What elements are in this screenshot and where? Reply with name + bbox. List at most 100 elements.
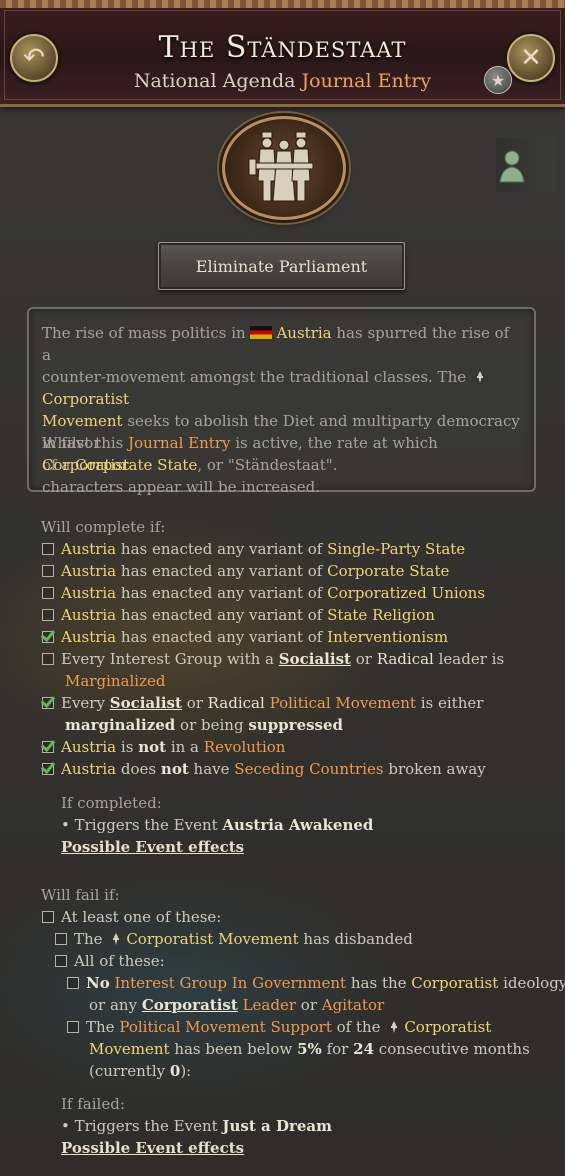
text: • Triggers the Event: [61, 816, 218, 834]
if-completed-label: If completed:: [61, 794, 162, 812]
condition-checkbox: [42, 911, 54, 923]
country-link[interactable]: Austria: [61, 584, 116, 602]
text: has been below: [174, 1040, 293, 1058]
corporatist-link[interactable]: Corporatist: [142, 996, 238, 1014]
event-name: Just a Dream: [222, 1117, 333, 1135]
country-link[interactable]: Austria: [61, 628, 116, 646]
panel-header: ↶ The Ständestaat National Agenda Journa…: [0, 0, 565, 107]
movement-link[interactable]: Corporatist: [42, 390, 129, 408]
corporatist-movement-icon: [113, 933, 120, 945]
star-icon: ★: [490, 70, 506, 90]
country-link[interactable]: Austria: [61, 540, 116, 558]
text: has disbanded: [303, 930, 413, 948]
austria-flag-icon: [250, 326, 273, 339]
law-link[interactable]: Interventionism: [327, 628, 448, 646]
text: Every Interest Group with a: [61, 650, 274, 668]
close-button[interactable]: ✕: [507, 34, 555, 82]
eliminate-parliament-button[interactable]: Eliminate Parliament: [158, 242, 405, 290]
movement-link[interactable]: Movement: [218, 930, 299, 948]
text: leader is: [438, 650, 505, 668]
law-link[interactable]: Corporatized Unions: [327, 584, 485, 602]
leader-bust-icon: [499, 150, 525, 183]
condition-row: Austria has enacted any variant of Corpo…: [42, 582, 485, 604]
condition-checkbox: [42, 587, 54, 599]
text: have: [193, 760, 230, 778]
text: in a: [170, 738, 199, 756]
possible-event-effects-link[interactable]: Possible Event effects: [61, 1139, 244, 1157]
failure-event: • Triggers the Event Just a Dream: [61, 1115, 332, 1137]
condition-checkbox: [67, 1021, 79, 1033]
text: consecutive months: [378, 1040, 530, 1058]
socialist-link[interactable]: Socialist: [110, 694, 182, 712]
text: ideology,: [503, 974, 565, 992]
text: Every: [61, 694, 105, 712]
socialist-link[interactable]: Socialist: [279, 650, 351, 668]
condition-checkbox-checked: [42, 631, 54, 643]
condition-row: Austria has enacted any variant of Singl…: [42, 538, 465, 560]
text: or being: [180, 716, 244, 734]
political-movement-link[interactable]: Political Movement: [270, 694, 416, 712]
movement-link-2[interactable]: Movement: [42, 412, 123, 430]
leader-portrait[interactable]: [496, 138, 556, 192]
condition-row: The Corporatist Movement has disbanded: [55, 928, 413, 950]
condition-checkbox-checked: [42, 741, 54, 753]
text: has the: [350, 974, 407, 992]
text: does: [120, 760, 157, 778]
law-link[interactable]: Single-Party State: [327, 540, 465, 558]
country-link[interactable]: Austria: [61, 562, 116, 580]
corporatist-figures-emblem: [222, 116, 346, 220]
text: suppressed: [248, 716, 344, 734]
country-link[interactable]: Austria: [61, 760, 116, 778]
journal-entry-panel: ↶ The Ständestaat National Agenda Journa…: [0, 0, 565, 1176]
text: or: [186, 694, 203, 712]
emblem-figures-icon: [248, 131, 314, 202]
agitator-link[interactable]: Agitator: [322, 996, 384, 1014]
text: or: [355, 650, 372, 668]
interest-group-link[interactable]: Interest Group In Government: [115, 974, 347, 992]
condition-checkbox: [55, 933, 67, 945]
marginalized-link[interactable]: Marginalized: [65, 672, 165, 690]
failure-effects-row: Possible Event effects: [61, 1137, 244, 1159]
text: not: [160, 760, 189, 778]
corporatist-movement-icon: [476, 371, 483, 383]
condition-checkbox-checked: [42, 763, 54, 775]
condition-row: Every Interest Group with a Socialist or…: [42, 648, 504, 692]
text: All of these:: [74, 952, 165, 970]
pm-support-link[interactable]: Political Movement Support: [119, 1018, 332, 1036]
law-link[interactable]: State Religion: [327, 606, 435, 624]
text: has enacted any variant of: [120, 540, 323, 558]
subtitle-journal-entry: Journal Entry: [301, 70, 432, 92]
text: has enacted any variant of: [120, 584, 323, 602]
condition-row: No Interest Group In Government has the …: [67, 972, 565, 1016]
text: or any: [89, 996, 138, 1014]
completion-event: • Triggers the Event Austria Awakened: [61, 814, 373, 836]
leader-link[interactable]: Leader: [243, 996, 296, 1014]
condition-row: Every Socialist or Radical Political Mov…: [42, 692, 483, 736]
country-link[interactable]: Austria: [61, 606, 116, 624]
seceding-countries-link[interactable]: Seceding Countries: [234, 760, 383, 778]
condition-row: All of these:: [55, 950, 165, 972]
country-link[interactable]: Austria: [61, 738, 116, 756]
corporatist-link[interactable]: Corporatist: [42, 456, 129, 474]
radical-link[interactable]: Radical: [377, 650, 434, 668]
corporatist-link[interactable]: Corporatist: [404, 1018, 491, 1036]
description-paragraph-2: Whilst this Journal Entry is active, the…: [42, 432, 522, 498]
current-value: 0: [169, 1062, 181, 1080]
law-link[interactable]: Corporate State: [327, 562, 449, 580]
favorite-button[interactable]: ★: [484, 66, 512, 94]
condition-row: Austria has enacted any variant of State…: [42, 604, 435, 626]
condition-checkbox: [55, 955, 67, 967]
corporatist-link[interactable]: Corporatist: [126, 930, 213, 948]
condition-checkbox: [42, 653, 54, 665]
condition-checkbox: [42, 565, 54, 577]
condition-checkbox-checked: [42, 697, 54, 709]
possible-event-effects-link[interactable]: Possible Event effects: [61, 838, 244, 856]
country-link[interactable]: Austria: [276, 324, 331, 342]
revolution-link[interactable]: Revolution: [204, 738, 286, 756]
close-icon: ✕: [520, 43, 542, 73]
corporatist-link[interactable]: Corporatist: [411, 974, 498, 992]
text: has enacted any variant of: [120, 628, 323, 646]
radical-link[interactable]: Radical: [208, 694, 265, 712]
movement-link[interactable]: Movement: [89, 1040, 170, 1058]
journal-entry-link[interactable]: Journal Entry: [128, 434, 230, 452]
